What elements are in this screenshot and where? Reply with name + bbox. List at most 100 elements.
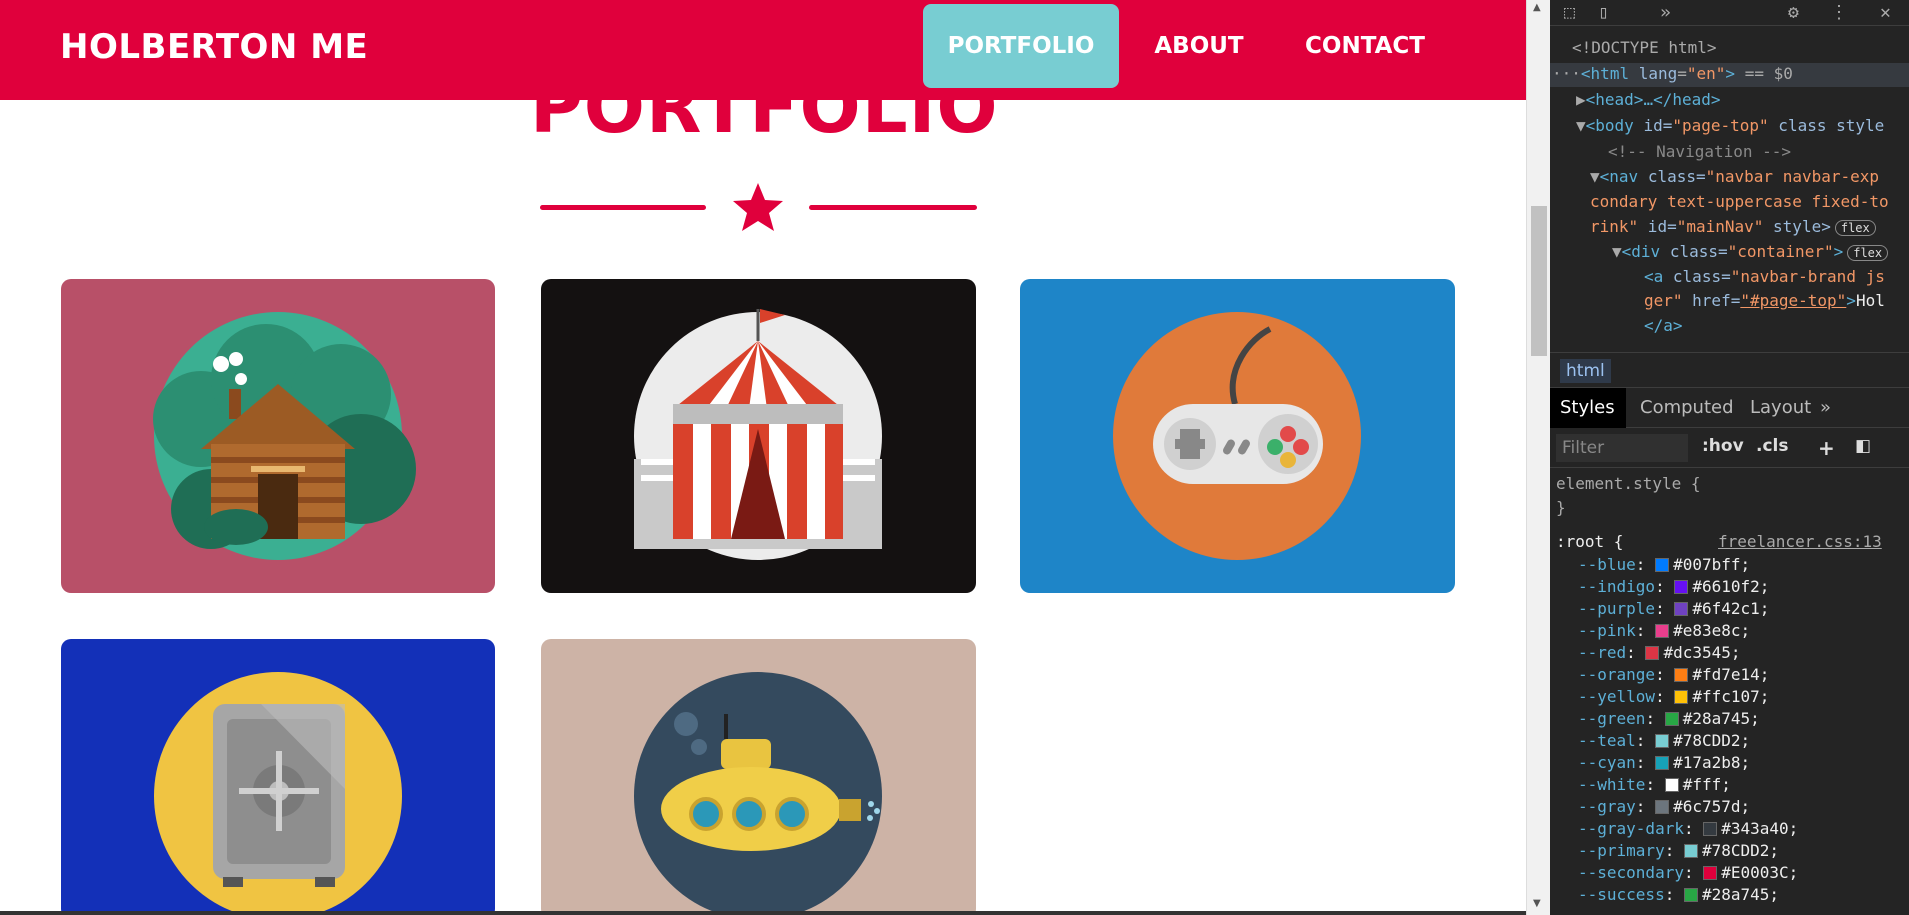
color-swatch[interactable]	[1655, 800, 1670, 814]
css-var-row[interactable]: --cyan: #17a2b8;	[1578, 753, 1750, 772]
star-icon	[733, 183, 783, 231]
portfolio-card-submarine[interactable]	[541, 639, 976, 915]
dom-doctype[interactable]: <!DOCTYPE html>	[1572, 38, 1717, 57]
nav-link-about[interactable]: ABOUT	[1134, 4, 1264, 88]
settings-icon[interactable]: ⚙	[1788, 2, 1799, 23]
toggle-sidebar-icon[interactable]: ◧	[1855, 436, 1871, 456]
portfolio-card-game-controller[interactable]	[1020, 279, 1455, 593]
css-var-name: --teal	[1578, 731, 1636, 750]
css-var-row[interactable]: --purple: #6f42c1;	[1578, 599, 1769, 618]
css-var-row[interactable]: --gray: #6c757d;	[1578, 797, 1750, 816]
breadcrumb-bar: html	[1550, 352, 1909, 388]
css-var-value: #007bff;	[1673, 555, 1751, 574]
tab-computed[interactable]: Computed	[1630, 388, 1744, 428]
cls-toggle[interactable]: .cls	[1756, 436, 1788, 456]
css-var-row[interactable]: --success: #28a745;	[1578, 885, 1779, 904]
color-swatch[interactable]	[1674, 690, 1689, 704]
css-var-value: #78CDD2;	[1701, 841, 1780, 860]
dom-head-node[interactable]: ▶<head>…</head>	[1576, 90, 1721, 109]
color-swatch[interactable]	[1664, 712, 1679, 726]
css-var-row[interactable]: --gray-dark: #343a40;	[1578, 819, 1798, 838]
css-var-name: --cyan	[1578, 753, 1636, 772]
css-var-name: --purple	[1578, 599, 1656, 618]
color-swatch[interactable]	[1655, 558, 1670, 572]
css-var-row[interactable]: --blue: #007bff;	[1578, 555, 1750, 574]
color-swatch[interactable]	[1655, 734, 1670, 748]
inspect-icon[interactable]: ⬚	[1564, 2, 1575, 23]
color-swatch[interactable]	[1683, 844, 1698, 858]
kebab-menu-icon[interactable]: ⋮	[1830, 2, 1848, 23]
color-swatch[interactable]	[1703, 822, 1718, 836]
divider-line-left	[540, 205, 706, 210]
color-swatch[interactable]	[1664, 778, 1679, 792]
css-var-value: #E0003C;	[1721, 863, 1799, 882]
css-var-row[interactable]: --teal: #78CDD2;	[1578, 731, 1750, 750]
color-swatch[interactable]	[1645, 646, 1660, 660]
element-style-open[interactable]: element.style {	[1556, 474, 1701, 493]
css-var-name: --yellow	[1578, 687, 1656, 706]
page-scrollbar[interactable]: ▲ ▼	[1526, 0, 1550, 915]
color-swatch[interactable]	[1655, 624, 1670, 638]
circus-tent-illustration	[634, 309, 882, 560]
portfolio-card-cabin[interactable]	[61, 279, 495, 593]
dom-a-node[interactable]: <a class="navbar-brand js	[1644, 267, 1885, 286]
flex-badge[interactable]: flex	[1834, 220, 1876, 236]
css-var-row[interactable]: --red: #dc3545;	[1578, 643, 1741, 662]
root-source-link[interactable]: freelancer.css:13	[1718, 532, 1882, 551]
scroll-down-arrow-icon[interactable]: ▼	[1533, 898, 1541, 909]
color-swatch[interactable]	[1655, 756, 1670, 770]
color-swatch[interactable]	[1674, 580, 1689, 594]
css-var-row[interactable]: --pink: #e83e8c;	[1578, 621, 1750, 640]
tab-styles[interactable]: Styles	[1550, 388, 1626, 428]
styles-tabs: Styles Computed Layout »	[1550, 388, 1909, 428]
top-navbar: HOLBERTON ME PORTFOLIO ABOUT CONTACT	[0, 0, 1526, 100]
element-style-close: }	[1556, 498, 1566, 517]
nav-link-portfolio[interactable]: PORTFOLIO	[923, 4, 1119, 88]
viewport-bottom-edge	[0, 911, 1526, 915]
dom-a-attrs: ger" href="#page-top">Hol	[1644, 291, 1885, 310]
dom-nav-node[interactable]: ▼<nav class="navbar navbar-exp	[1590, 167, 1879, 186]
close-icon[interactable]: ✕	[1880, 2, 1891, 23]
dom-div-container[interactable]: ▼<div class="container"> flex	[1612, 242, 1889, 261]
css-var-name: --secondary	[1578, 863, 1684, 882]
devtools-panel: ⬚ ▯ » ⚙ ⋮ ✕ <!DOCTYPE html> ···<html lan…	[1550, 0, 1909, 915]
portfolio-card-safe[interactable]	[61, 639, 495, 915]
root-selector[interactable]: :root {	[1556, 532, 1623, 551]
scroll-up-arrow-icon[interactable]: ▲	[1533, 2, 1541, 13]
css-var-value: #6f42c1;	[1692, 599, 1770, 618]
more-tabs-icon[interactable]: »	[1660, 2, 1671, 23]
portfolio-card-circus-tent[interactable]	[541, 279, 976, 593]
css-var-row[interactable]: --white: #fff;	[1578, 775, 1731, 794]
new-rule-button[interactable]: +	[1818, 436, 1835, 460]
css-var-row[interactable]: --primary: #78CDD2;	[1578, 841, 1779, 860]
css-var-row[interactable]: --green: #28a745;	[1578, 709, 1760, 728]
color-swatch[interactable]	[1674, 602, 1689, 616]
scrollbar-thumb[interactable]	[1531, 206, 1547, 356]
dom-a-close: </a>	[1644, 316, 1683, 335]
brand-logo-link[interactable]: HOLBERTON ME	[60, 27, 368, 67]
css-var-row[interactable]: --indigo: #6610f2;	[1578, 577, 1769, 596]
breadcrumb-html[interactable]: html	[1560, 359, 1611, 383]
css-var-value: #6610f2;	[1692, 577, 1770, 596]
css-var-name: --gray	[1578, 797, 1636, 816]
color-swatch[interactable]	[1674, 668, 1689, 682]
css-var-name: --red	[1578, 643, 1627, 662]
flex-badge-2[interactable]: flex	[1847, 245, 1889, 261]
css-var-name: --primary	[1578, 841, 1665, 860]
dom-body-node[interactable]: ▼<body id="page-top" class style	[1576, 116, 1884, 135]
hov-toggle[interactable]: :hov	[1702, 436, 1744, 456]
css-var-value: #fff;	[1682, 775, 1731, 794]
css-var-value: #28a745;	[1701, 885, 1780, 904]
dom-html-node[interactable]: ···<html lang="en"> == $0	[1552, 64, 1793, 83]
nav-link-contact[interactable]: CONTACT	[1290, 4, 1440, 88]
css-var-row[interactable]: --orange: #fd7e14;	[1578, 665, 1769, 684]
css-var-name: --indigo	[1578, 577, 1656, 596]
color-swatch[interactable]	[1703, 866, 1718, 880]
styles-filter-input[interactable]: Filter	[1556, 434, 1688, 462]
device-toggle-icon[interactable]: ▯	[1598, 2, 1609, 23]
tabs-more-icon[interactable]: »	[1810, 388, 1841, 428]
dom-comment[interactable]: <!-- Navigation -->	[1608, 142, 1791, 161]
color-swatch[interactable]	[1683, 888, 1698, 902]
css-var-row[interactable]: --secondary: #E0003C;	[1578, 863, 1798, 882]
css-var-row[interactable]: --yellow: #ffc107;	[1578, 687, 1769, 706]
